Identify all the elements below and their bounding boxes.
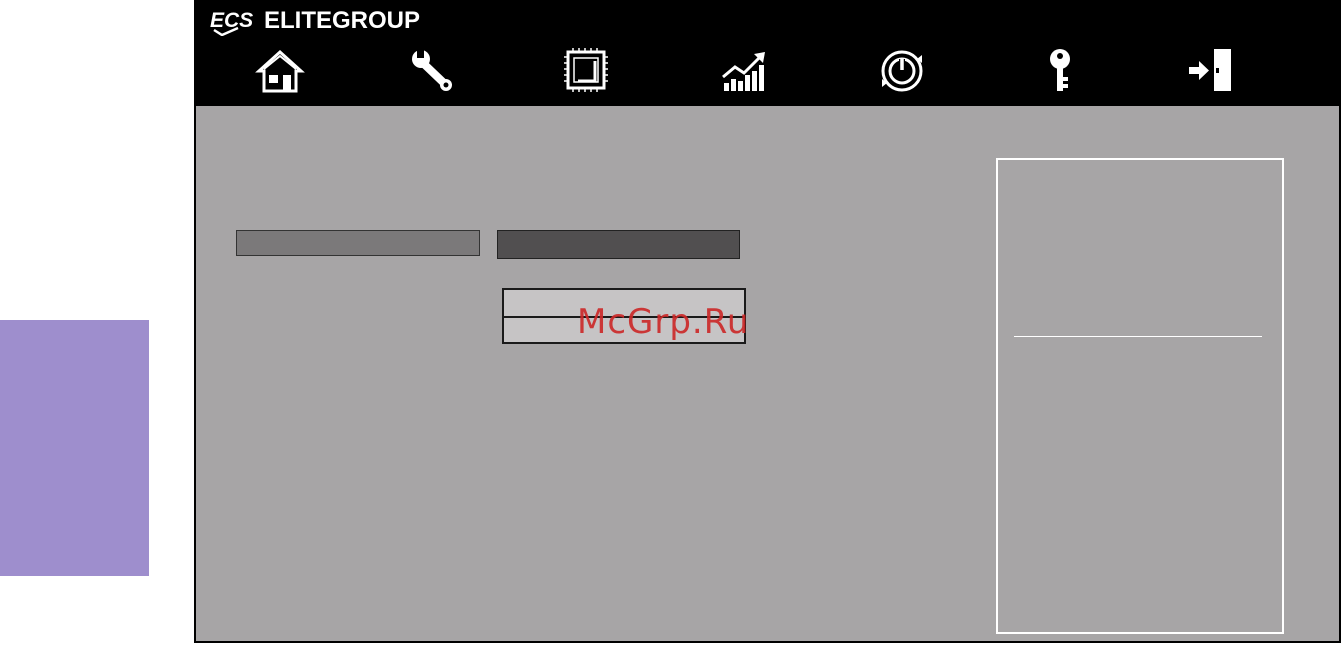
nav-main[interactable] — [252, 46, 308, 96]
bios-topbar: ECS ELITEGROUP — [194, 0, 1341, 106]
setting-label-field — [236, 230, 480, 256]
watermark-text: McGrp.Ru — [577, 302, 750, 342]
brand-name: ELITEGROUP — [264, 7, 421, 34]
side-tab — [0, 320, 149, 576]
home-icon — [255, 49, 305, 93]
help-box — [996, 158, 1284, 634]
wrench-icon — [412, 49, 452, 91]
ecs-logo-icon: ECS — [208, 6, 256, 37]
nav-chipset[interactable] — [558, 46, 614, 96]
help-divider — [1014, 336, 1262, 337]
svg-text:ECS: ECS — [210, 9, 253, 32]
nav-security[interactable] — [1032, 46, 1088, 96]
exit-door-icon — [1189, 49, 1231, 91]
brand: ECS ELITEGROUP — [208, 4, 420, 38]
setting-value-field[interactable] — [497, 230, 740, 259]
bios-window: ECS ELITEGROUP — [194, 0, 1341, 645]
settings-panel — [194, 106, 1341, 643]
nav-boot[interactable] — [874, 46, 930, 96]
nav-performance[interactable] — [717, 46, 773, 96]
chip-icon — [564, 48, 608, 92]
performance-chart-icon — [722, 52, 765, 91]
nav-advanced[interactable] — [405, 46, 461, 96]
key-icon — [1050, 49, 1070, 91]
bios-nav — [194, 40, 1341, 102]
nav-exit[interactable] — [1184, 46, 1240, 96]
power-icon — [881, 50, 923, 92]
